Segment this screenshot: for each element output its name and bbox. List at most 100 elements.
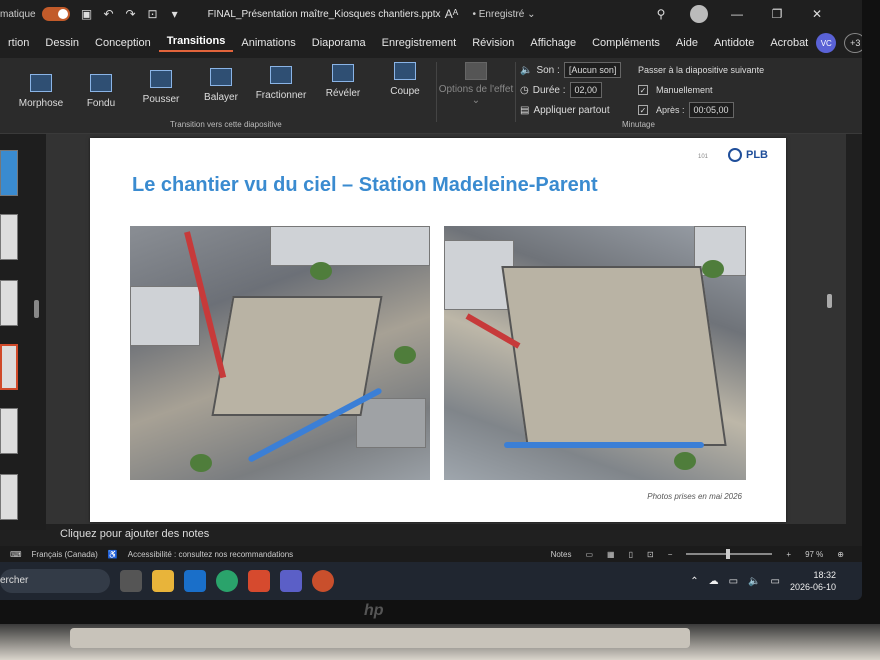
language-icon: ⌨	[10, 549, 22, 559]
effect-label: Fondu	[86, 98, 116, 109]
ribbon-transitions: Morphose Fondu Pousser Balayer Fractionn…	[0, 58, 862, 134]
effect-fondu[interactable]: Fondu	[70, 64, 132, 109]
effect-label: Révéler	[325, 88, 361, 99]
collaborators-badge[interactable]: +3	[844, 33, 862, 53]
split-icon	[270, 66, 292, 84]
teams-icon[interactable]	[280, 570, 302, 592]
effect-fractionner[interactable]: Fractionner	[250, 56, 312, 101]
save-icon[interactable]: ▣	[78, 5, 96, 23]
chevron-up-icon[interactable]: ⌃	[690, 576, 698, 587]
tab-affichage[interactable]: Affichage	[522, 37, 584, 49]
effect-morphose[interactable]: Morphose	[10, 64, 72, 109]
slide-title[interactable]: Le chantier vu du ciel – Station Madelei…	[132, 174, 598, 197]
push-icon	[150, 70, 172, 88]
present-icon[interactable]: ⊡	[144, 5, 162, 23]
morph-icon	[30, 74, 52, 92]
volume-icon[interactable]: 🔈	[748, 576, 760, 587]
tab-insertion[interactable]: rtion	[0, 37, 37, 49]
acrobat-icon[interactable]	[248, 570, 270, 592]
tab-transitions[interactable]: Transitions	[158, 35, 234, 52]
taskbar-search[interactable]: ercher	[0, 569, 110, 593]
tab-complements[interactable]: Compléments	[584, 37, 668, 49]
slide-thumbnail-current[interactable]	[0, 344, 18, 390]
powerpoint-icon[interactable]	[312, 570, 334, 592]
aerial-photo-1[interactable]	[130, 226, 430, 480]
redo-icon[interactable]: ↷	[122, 5, 140, 23]
sorter-view-icon[interactable]: ▦	[607, 550, 615, 559]
accessibility-status[interactable]: Accessibilité : consultez nos recommanda…	[128, 550, 293, 559]
after-time-input[interactable]: 00:05,00	[688, 102, 734, 118]
avatar[interactable]	[690, 5, 708, 23]
network-icon[interactable]: ▭	[729, 576, 738, 587]
tab-diaporama[interactable]: Diaporama	[304, 37, 374, 49]
tab-revision[interactable]: Révision	[464, 37, 522, 49]
effect-coupe[interactable]: Coupe	[374, 52, 436, 97]
effect-pousser[interactable]: Pousser	[130, 60, 192, 105]
effect-options-label: Options de l'effet ⌄	[438, 84, 514, 106]
apply-all-icon: ▤	[520, 104, 530, 116]
tree	[702, 260, 724, 278]
minimize-icon[interactable]: —	[728, 5, 746, 23]
tab-dessin[interactable]: Dessin	[37, 37, 87, 49]
slide-number: 101	[697, 154, 708, 160]
on-click-checkbox[interactable]: ✓	[638, 85, 648, 95]
save-status[interactable]: • Enregistré ⌄	[472, 9, 535, 20]
zoom-slider-thumb[interactable]	[726, 549, 731, 559]
tab-enregistrement[interactable]: Enregistrement	[374, 37, 465, 49]
duration-input[interactable]: 02,00	[569, 82, 603, 98]
onedrive-icon[interactable]: ☁	[709, 576, 719, 587]
slide-thumbnail[interactable]	[0, 150, 18, 196]
tab-acrobat[interactable]: Acrobat	[762, 37, 816, 49]
slide-thumbnail[interactable]	[0, 214, 18, 260]
effect-balayer[interactable]: Balayer	[190, 58, 252, 103]
after-checkbox[interactable]: ✓	[638, 105, 648, 115]
reading-view-icon[interactable]: ▯	[629, 550, 633, 559]
effect-options-icon	[465, 62, 487, 80]
editor-scrollbar[interactable]	[827, 294, 832, 308]
zoom-out-button[interactable]: −	[668, 550, 673, 559]
clock-date: 2026-06-10	[789, 582, 836, 592]
apply-all-button[interactable]: Appliquer partout	[533, 105, 609, 116]
battery-icon[interactable]: ▭	[771, 576, 780, 587]
effect-label: Balayer	[204, 92, 238, 103]
restore-icon[interactable]: ❐	[768, 5, 786, 23]
notes-pane[interactable]: Cliquez pour ajouter des notes	[46, 524, 846, 544]
tab-animations[interactable]: Animations	[233, 37, 303, 49]
file-explorer-icon[interactable]	[152, 570, 174, 592]
tab-aide[interactable]: Aide	[668, 37, 706, 49]
search-icon[interactable]: ⚲	[652, 5, 670, 23]
sound-select[interactable]: [Aucun son]	[563, 62, 622, 78]
chevron-down-icon[interactable]: ▾	[166, 5, 184, 23]
thumbnails-scrollbar[interactable]	[34, 300, 39, 318]
zoom-in-button[interactable]: +	[786, 550, 791, 559]
slide-editor: 101 PLB Le chantier vu du ciel – Station…	[46, 134, 846, 530]
slide-thumbnail[interactable]	[0, 408, 18, 454]
fit-slide-icon[interactable]: ⊕	[837, 550, 844, 559]
autosave-label: matique	[0, 8, 36, 20]
outlook-icon[interactable]	[184, 570, 206, 592]
building	[356, 398, 426, 448]
aerial-photo-2[interactable]	[444, 226, 746, 480]
zoom-level[interactable]: 97 %	[805, 550, 823, 559]
effect-reveler[interactable]: Révéler	[312, 54, 374, 99]
tab-conception[interactable]: Conception	[87, 37, 159, 49]
tab-antidote[interactable]: Antidote	[706, 37, 762, 49]
on-click-label: Manuellement	[656, 85, 713, 95]
autosave-toggle[interactable]	[41, 7, 70, 21]
task-view-icon[interactable]	[120, 570, 142, 592]
effect-options-button[interactable]: Options de l'effet ⌄	[436, 62, 516, 122]
notes-button[interactable]: Notes	[551, 550, 572, 559]
language-status[interactable]: Français (Canada)	[32, 550, 98, 559]
slideshow-icon[interactable]: ⊡	[647, 550, 654, 559]
slide[interactable]: 101 PLB Le chantier vu du ciel – Station…	[90, 138, 786, 522]
close-icon[interactable]: ✕	[808, 5, 826, 23]
undo-icon[interactable]: ↶	[100, 5, 118, 23]
account-avatar[interactable]: VC	[816, 33, 837, 53]
windows-taskbar: ercher ⌃ ☁ ▭ 🔈 ▭ 18:32 2026-06-10	[0, 562, 862, 600]
normal-view-icon[interactable]: ▭	[585, 550, 593, 559]
zoom-slider[interactable]	[686, 549, 773, 559]
slide-thumbnail[interactable]	[0, 474, 18, 520]
slide-thumbnail[interactable]	[0, 280, 18, 326]
clock[interactable]: 18:32 2026-06-10	[790, 569, 836, 593]
edge-icon[interactable]	[216, 570, 238, 592]
